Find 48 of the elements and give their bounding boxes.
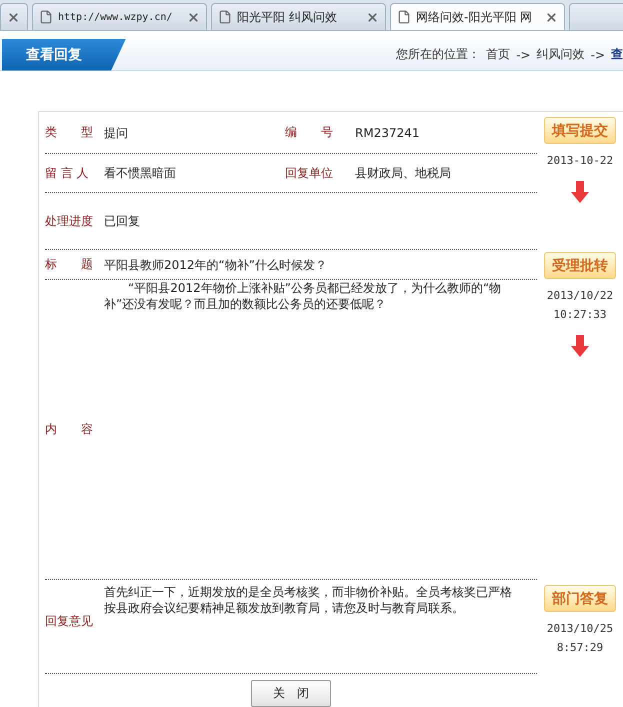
field-label: 回复意见 bbox=[45, 613, 94, 630]
field-label: 编 号 bbox=[285, 124, 334, 141]
close-icon[interactable] bbox=[545, 10, 558, 24]
page-icon bbox=[218, 10, 232, 24]
step-badge: 部门答复 bbox=[544, 585, 616, 612]
field-label: 内 容 bbox=[45, 421, 94, 438]
step-badge: 填写提交 bbox=[544, 117, 616, 144]
down-arrow-icon bbox=[571, 335, 589, 357]
field-label: 类 型 bbox=[45, 124, 94, 141]
browser-tab[interactable]: 阳光平阳 纠风问效 bbox=[211, 3, 386, 30]
step-time: 10:27:33 bbox=[554, 308, 606, 321]
step-date: 2013/10/22 bbox=[546, 289, 614, 302]
field-value: 提问 bbox=[104, 126, 129, 140]
field-label: 处理进度 bbox=[45, 212, 94, 230]
page-title: 查看回复 bbox=[2, 38, 126, 70]
field-label: 留 言 人 bbox=[45, 164, 90, 182]
step-badge: 受理批转 bbox=[544, 252, 616, 279]
close-icon[interactable] bbox=[187, 10, 200, 24]
browser-tab[interactable] bbox=[0, 3, 28, 30]
step-date: 2013/10/25 bbox=[546, 622, 614, 635]
field-value: 平阳县教师2012年的“物补”什么时候发？ bbox=[104, 258, 328, 272]
step-date: 2013-10-22 bbox=[546, 154, 614, 167]
breadcrumb-separator: -> bbox=[590, 48, 605, 62]
page-icon bbox=[397, 10, 411, 24]
field-value: 看不惯黑暗面 bbox=[104, 166, 177, 180]
breadcrumb-link[interactable]: 纠风问效 bbox=[536, 46, 585, 63]
tab-title: 网络问效-阳光平阳 网 bbox=[416, 8, 534, 26]
breadcrumb-link[interactable]: 首页 bbox=[486, 46, 510, 63]
down-arrow-icon bbox=[571, 181, 589, 203]
breadcrumb-link[interactable]: 查 bbox=[611, 46, 623, 63]
close-button[interactable]: 关 闭 bbox=[251, 680, 331, 707]
browser-tab[interactable]: 网络问效-阳光平阳 网 bbox=[390, 3, 565, 30]
tab-title: http://www.wzpy.cn/ bbox=[58, 12, 174, 22]
field-value: 已回复 bbox=[104, 214, 141, 228]
field-value: “平阳县2012年物价上涨补贴”公务员都已经发放了，为什么教师的“物补”还没有发呢？而且加的数额比公务员的还要低呢？ bbox=[104, 280, 502, 313]
page-icon bbox=[39, 10, 53, 24]
tab-title: 阳光平阳 纠风问效 bbox=[237, 8, 338, 26]
field-value: RM237241 bbox=[355, 126, 420, 140]
field-label: 标 题 bbox=[45, 256, 94, 273]
step-time: 8:57:29 bbox=[556, 641, 604, 654]
close-icon[interactable] bbox=[7, 10, 20, 24]
browser-tab[interactable]: http://www.wzpy.cn/ bbox=[32, 3, 207, 30]
close-icon[interactable] bbox=[366, 10, 379, 24]
breadcrumb-prefix: 您所在的位置： bbox=[396, 46, 480, 63]
field-label: 回复单位 bbox=[285, 164, 334, 182]
field-value: 首先纠正一下，近期发放的是全员考核奖，而非物价补贴。全员考核奖已严格按县政府会议纪要精神足额发放到教育局，请您及时与教育局联系。 bbox=[104, 584, 513, 617]
breadcrumb-separator: -> bbox=[516, 48, 531, 62]
field-value: 县财政局、地税局 bbox=[355, 166, 452, 180]
